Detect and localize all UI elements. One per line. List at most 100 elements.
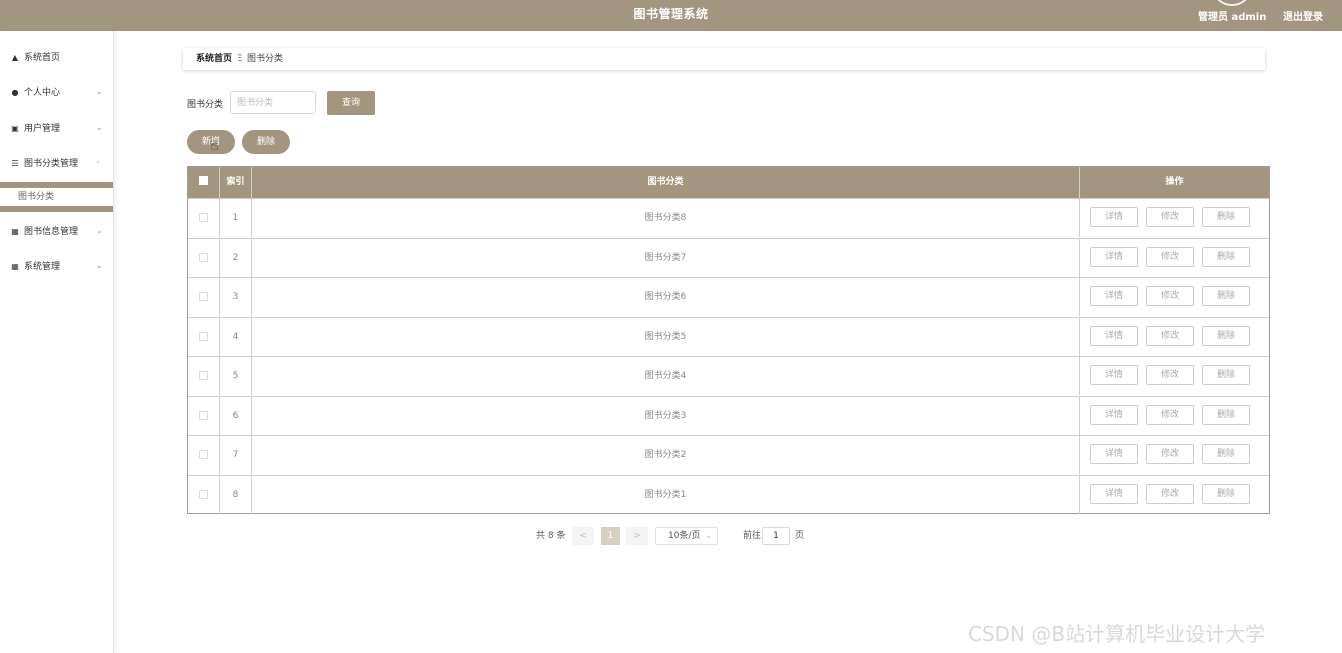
row-checkbox-cell — [188, 199, 220, 237]
row-edit-button[interactable]: 修改 — [1146, 286, 1194, 306]
row-actions: 详情 修改 删除 — [1080, 357, 1269, 395]
grid-icon: ▦ — [11, 227, 19, 236]
batch-delete-button[interactable]: 删除 — [242, 130, 290, 154]
row-category-name: 图书分类5 — [252, 317, 1080, 356]
pagination-goto-input[interactable]: 1 — [762, 527, 790, 545]
category-search-input[interactable] — [230, 91, 316, 114]
sidebar-subitem-label: 图书分类 — [18, 192, 55, 202]
row-checkbox-cell — [188, 436, 220, 474]
row-delete-button[interactable]: 删除 — [1202, 246, 1250, 267]
sidebar-item-category-management[interactable]: ☰ 图书分类管理 ˆ — [0, 154, 113, 174]
row-checkbox[interactable] — [199, 410, 208, 420]
pagination-page-1[interactable]: 1 — [601, 527, 620, 545]
chevron-up-icon: ˆ — [96, 161, 100, 170]
top-bar: 图书管理系统 管理员 admin 退出登录 — [0, 0, 1342, 31]
row-delete-button[interactable]: 删除 — [1202, 286, 1250, 306]
row-delete-button[interactable]: 删除 — [1202, 207, 1250, 227]
row-checkbox-cell — [188, 357, 220, 395]
row-checkbox[interactable] — [199, 252, 208, 262]
select-all-checkbox[interactable] — [199, 176, 208, 185]
row-edit-button[interactable]: 修改 — [1146, 404, 1194, 425]
table-header: 索引 图书分类 操作 — [188, 167, 1269, 198]
table-row: 4 图书分类5 详情 修改 删除 — [188, 316, 1269, 356]
row-checkbox-cell — [188, 278, 220, 316]
row-actions: 详情 修改 删除 — [1080, 278, 1269, 316]
row-actions: 详情 修改 删除 — [1080, 239, 1269, 277]
table-row: 6 图书分类3 详情 修改 删除 — [188, 395, 1269, 435]
breadcrumb-home[interactable]: 系统首页 — [196, 48, 232, 70]
sidebar-item-book-info-management[interactable]: ▦ 图书信息管理 ⌄ — [0, 222, 113, 242]
row-actions: 详情 修改 删除 — [1080, 318, 1269, 356]
row-index: 5 — [220, 357, 252, 395]
list-icon: ☰ — [11, 159, 19, 168]
pagination-total: 共 8 条 — [536, 531, 566, 541]
app-title: 图书管理系统 — [633, 7, 709, 21]
row-checkbox-cell — [188, 475, 220, 514]
row-index: 6 — [220, 396, 252, 435]
row-checkbox[interactable] — [199, 331, 208, 341]
row-actions: 详情 修改 删除 — [1080, 476, 1269, 514]
row-edit-button[interactable]: 修改 — [1146, 365, 1194, 385]
column-header-index: 索引 — [220, 167, 252, 198]
row-checkbox-cell — [188, 317, 220, 356]
pagination-goto-label: 前往 — [743, 531, 762, 541]
row-detail-button[interactable]: 详情 — [1090, 207, 1138, 227]
row-checkbox[interactable] — [199, 450, 208, 459]
row-detail-button[interactable]: 详情 — [1090, 325, 1138, 346]
sidebar-item-label: 个人中心 — [24, 88, 61, 98]
pagination-next-button[interactable]: > — [626, 527, 648, 545]
row-checkbox[interactable] — [199, 292, 208, 301]
row-index: 4 — [220, 317, 252, 356]
row-edit-button[interactable]: 修改 — [1146, 325, 1194, 346]
row-checkbox-cell — [188, 396, 220, 435]
clipboard-icon: ▣ — [11, 124, 19, 133]
breadcrumb-current: 图书分类 — [247, 54, 284, 64]
row-detail-button[interactable]: 详情 — [1090, 404, 1138, 425]
query-button[interactable]: 查询 — [327, 91, 375, 115]
page-size-value: 10条/页 — [668, 531, 701, 541]
row-category-name: 图书分类2 — [252, 436, 1080, 474]
sidebar-subitem-book-category[interactable]: 图书分类 — [0, 188, 113, 206]
table-row: 7 图书分类2 详情 修改 删除 — [188, 435, 1269, 474]
row-checkbox[interactable] — [199, 213, 208, 222]
watermark: CSDN @B站计算机毕业设计大学 — [968, 622, 1266, 646]
sidebar-item-system-management[interactable]: ▦ 系统管理 ⌄ — [0, 257, 113, 277]
sidebar-item-personal-center[interactable]: ● 个人中心 ⌄ — [0, 83, 113, 103]
row-delete-button[interactable]: 删除 — [1202, 325, 1250, 346]
row-index: 8 — [220, 475, 252, 514]
row-checkbox[interactable] — [199, 489, 208, 499]
row-detail-button[interactable]: 详情 — [1090, 444, 1138, 464]
sidebar-item-home[interactable]: ▲ 系统首页 — [0, 48, 113, 68]
row-delete-button[interactable]: 删除 — [1202, 444, 1250, 464]
breadcrumb-separator: Ξ — [237, 54, 243, 64]
row-edit-button[interactable]: 修改 — [1146, 207, 1194, 227]
row-delete-button[interactable]: 删除 — [1202, 404, 1250, 425]
row-category-name: 图书分类8 — [252, 199, 1080, 237]
row-detail-button[interactable]: 详情 — [1090, 286, 1138, 306]
row-index: 3 — [220, 278, 252, 316]
row-checkbox[interactable] — [199, 371, 208, 380]
row-detail-button[interactable]: 详情 — [1090, 365, 1138, 385]
hand-cursor-icon: ☝ — [210, 138, 219, 154]
pagination-prev-button[interactable]: < — [572, 527, 594, 545]
row-category-name: 图书分类1 — [252, 475, 1080, 514]
sidebar: ▲ 系统首页 ● 个人中心 ⌄ ▣ 用户管理 ⌄ ☰ 图书分类管理 ˆ 图书分类… — [0, 31, 114, 653]
row-edit-button[interactable]: 修改 — [1146, 444, 1194, 464]
logout-link[interactable]: 退出登录 — [1283, 8, 1323, 23]
row-delete-button[interactable]: 删除 — [1202, 365, 1250, 385]
row-category-name: 图书分类4 — [252, 357, 1080, 395]
row-edit-button[interactable]: 修改 — [1146, 246, 1194, 267]
sidebar-item-user-management[interactable]: ▣ 用户管理 ⌄ — [0, 119, 113, 139]
table-row: 5 图书分类4 详情 修改 删除 — [188, 356, 1269, 395]
row-detail-button[interactable]: 详情 — [1090, 246, 1138, 267]
pagination-unit-label: 页 — [795, 531, 805, 541]
row-delete-button[interactable]: 删除 — [1202, 483, 1250, 504]
row-actions: 详情 修改 删除 — [1080, 397, 1269, 435]
grid-icon: ▦ — [11, 262, 19, 271]
row-detail-button[interactable]: 详情 — [1090, 483, 1138, 504]
page-size-select[interactable]: 10条/页 ⌄ — [655, 527, 718, 545]
row-index: 2 — [220, 238, 252, 277]
row-edit-button[interactable]: 修改 — [1146, 483, 1194, 504]
row-actions: 详情 修改 删除 — [1080, 436, 1269, 474]
row-category-name: 图书分类3 — [252, 396, 1080, 435]
